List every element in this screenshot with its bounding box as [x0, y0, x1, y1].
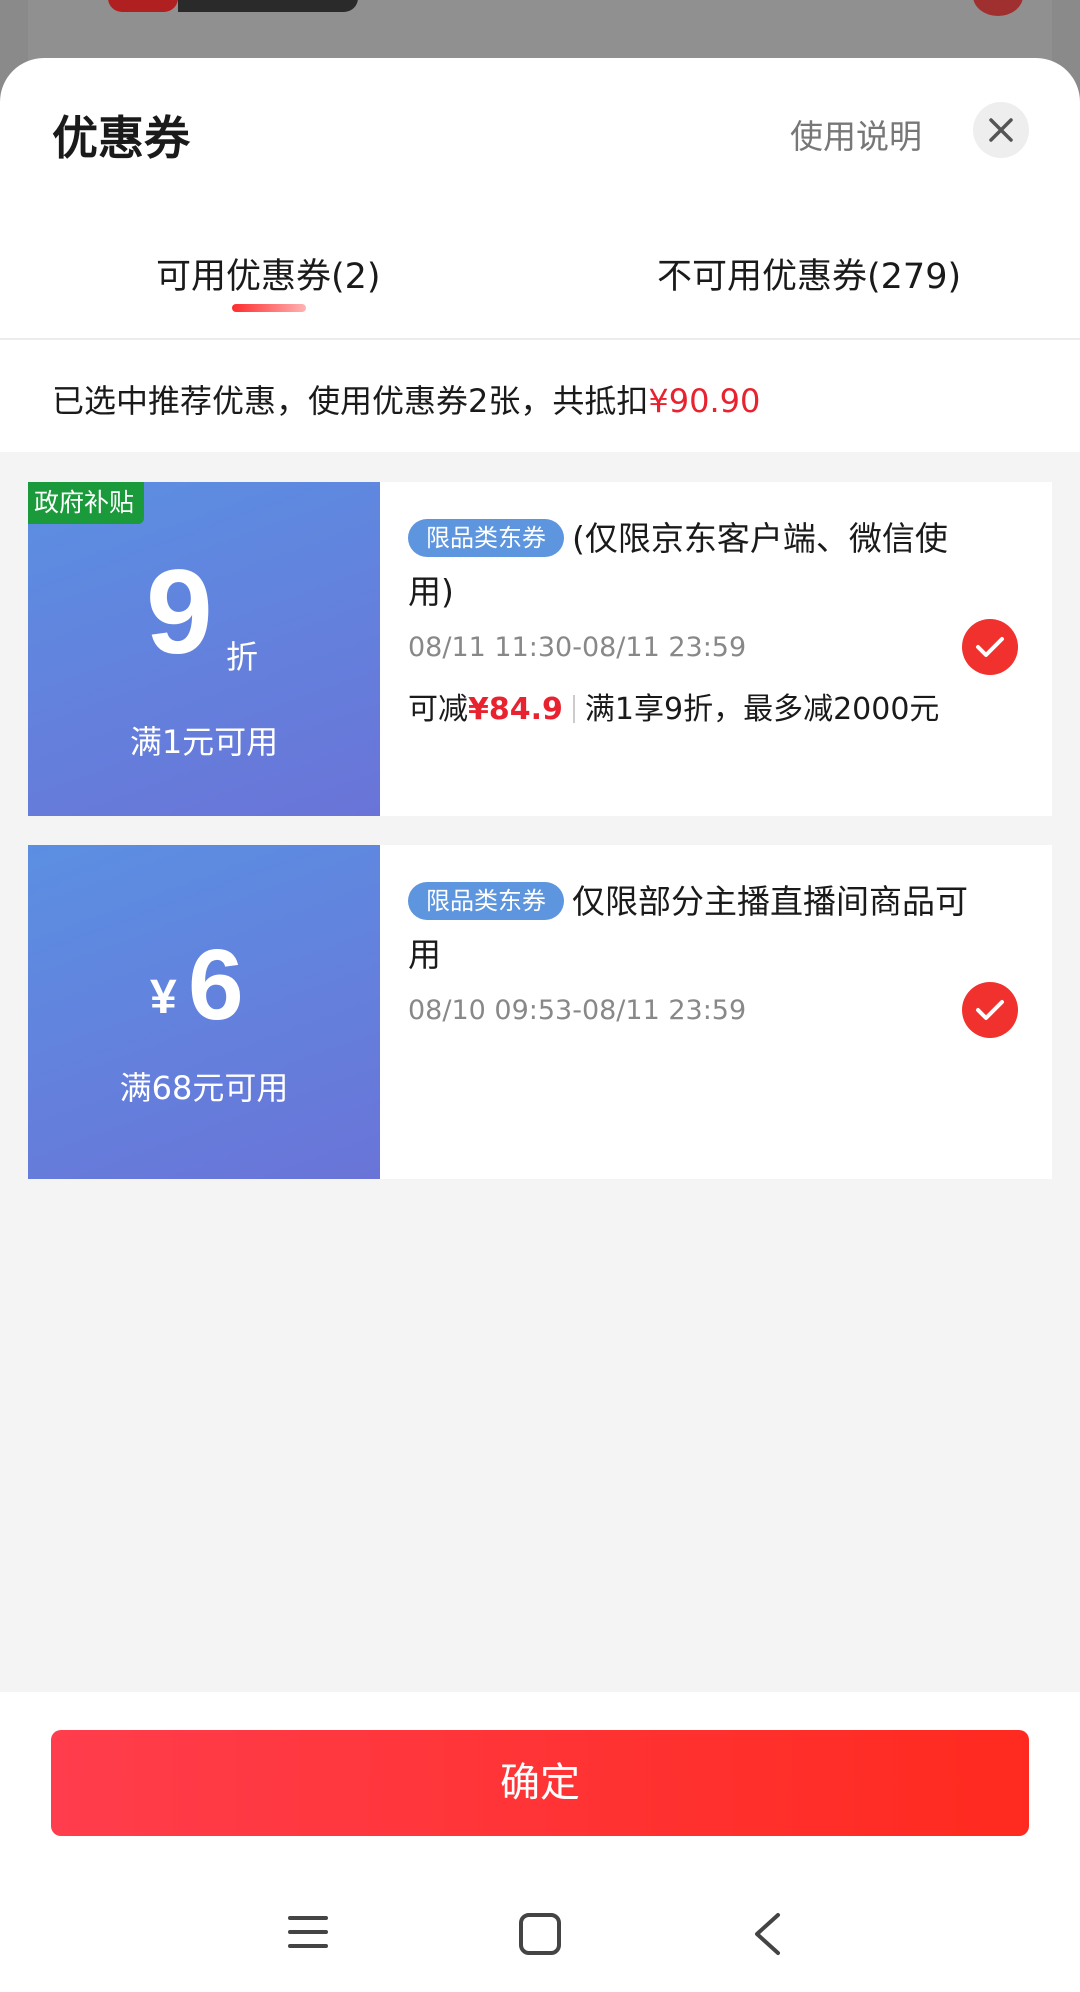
- benefit-prefix: 可减: [408, 692, 468, 727]
- benefit-description: 满1享9折，最多减2000元: [584, 692, 940, 727]
- coupon-sheet: 优惠券 使用说明 可用优惠券(2) 不可用优惠券(279) 已选中推荐优惠，使用…: [0, 58, 1080, 1992]
- coupon-threshold: 满1元可用: [129, 723, 279, 761]
- coupon-details: 限品类东券 (仅限京东客户端、微信使用) 08/11 11:30-08/11 23…: [408, 512, 968, 737]
- active-tab-indicator: [232, 304, 306, 312]
- back-icon[interactable]: [752, 1912, 782, 1956]
- backdrop-thumbnail: [178, 0, 358, 12]
- currency-symbol: ¥: [150, 971, 177, 1024]
- checkmark-icon: [976, 1000, 1004, 1020]
- summary-amount: ¥90.90: [648, 382, 761, 420]
- sheet-footer: 确定: [0, 1692, 1080, 1992]
- checkmark-icon: [976, 637, 1004, 657]
- coupon-tabs: 可用优惠券(2) 不可用优惠券(279): [0, 218, 1080, 398]
- coupon-title: 限品类东券 仅限部分主播直播间商品可用: [408, 875, 968, 981]
- backdrop-plus-button: [973, 0, 1023, 16]
- discount-value: 9: [146, 545, 213, 679]
- tab-divider: [0, 338, 1080, 340]
- backdrop-tag: [108, 0, 178, 12]
- coupon-card[interactable]: 政府补贴 9 折 满1元可用 限品类东券 (仅限京东客户端、微信使用) 08/11…: [28, 482, 1052, 816]
- coupon-details: 限品类东券 仅限部分主播直播间商品可用 08/10 09:53-08/11 23:…: [408, 875, 968, 1026]
- discount-unit: 折: [226, 638, 259, 676]
- coupon-card[interactable]: ¥ 6 满68元可用 限品类东券 仅限部分主播直播间商品可用 08/10 09:5…: [28, 845, 1052, 1179]
- tab-unavailable-coupons[interactable]: 不可用优惠券(279): [657, 248, 961, 299]
- usage-instructions-link[interactable]: 使用说明: [790, 110, 922, 158]
- home-icon[interactable]: [518, 1912, 562, 1956]
- close-button[interactable]: [973, 102, 1029, 158]
- selection-summary: 已选中推荐优惠，使用优惠券2张，共抵扣¥90.90: [52, 376, 760, 422]
- coupon-list: 政府补贴 9 折 满1元可用 限品类东券 (仅限京东客户端、微信使用) 08/11…: [0, 452, 1080, 1692]
- selected-check-icon[interactable]: [962, 619, 1018, 675]
- close-icon: [989, 118, 1013, 142]
- confirm-button[interactable]: 确定: [51, 1730, 1029, 1836]
- benefit-amount: ¥84.9: [468, 692, 563, 727]
- coupon-type-badge: 限品类东券: [408, 882, 564, 920]
- summary-text: 已选中推荐优惠，使用优惠券2张，共抵扣: [52, 382, 649, 420]
- sheet-title: 优惠券: [52, 111, 190, 165]
- coupon-value-panel: ¥ 6 满68元可用: [28, 845, 380, 1179]
- system-nav-bar: [0, 1882, 1080, 1992]
- coupon-title: 限品类东券 (仅限京东客户端、微信使用): [408, 512, 968, 618]
- coupon-value-panel: 政府补贴 9 折 满1元可用: [28, 482, 380, 816]
- benefit-separator: [572, 695, 575, 723]
- tab-available-coupons[interactable]: 可用优惠券(2): [156, 248, 381, 299]
- gov-subsidy-tag: 政府补贴: [28, 482, 145, 524]
- menu-icon[interactable]: [288, 1912, 328, 1952]
- coupon-type-badge: 限品类东券: [408, 519, 564, 557]
- coupon-validity: 08/10 09:53-08/11 23:59: [408, 995, 747, 1026]
- coupon-amount: 6: [188, 929, 244, 1041]
- selected-check-icon[interactable]: [962, 982, 1018, 1038]
- coupon-validity: 08/11 11:30-08/11 23:59: [408, 632, 747, 663]
- coupon-benefit: 可减¥84.9 满1享9折，最多减2000元: [408, 683, 968, 737]
- coupon-threshold: 满68元可用: [119, 1069, 289, 1107]
